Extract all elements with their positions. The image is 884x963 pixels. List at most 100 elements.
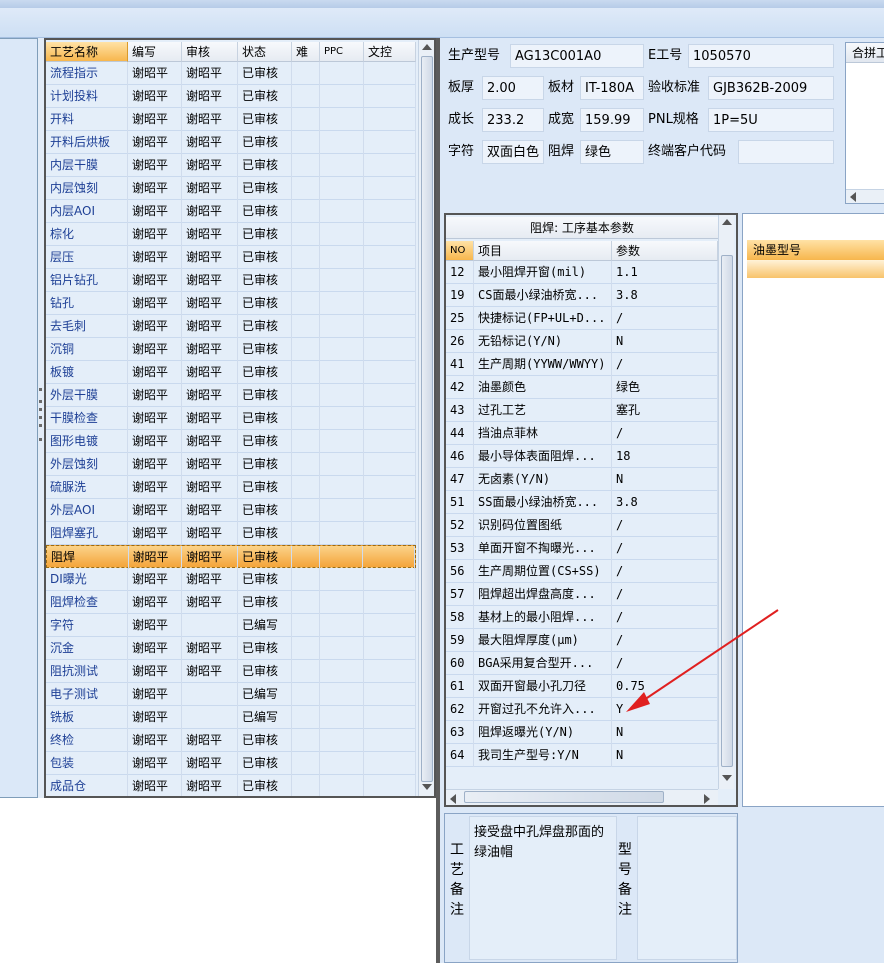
params-scrollbar[interactable]: [718, 215, 734, 789]
table-row[interactable]: 64 我司生产型号:Y/N N: [446, 744, 718, 767]
table-row[interactable]: 12 最小阻焊开窗(mil) 1.1: [446, 261, 718, 284]
table-row[interactable]: 外层AOI 谢昭平 谢昭平 已审核: [46, 499, 416, 522]
table-row[interactable]: 53 单面开窗不掏曝光... /: [446, 537, 718, 560]
model-field[interactable]: AG13C001A0: [510, 44, 644, 68]
table-row[interactable]: 阻焊检查 谢昭平 谢昭平 已审核: [46, 591, 416, 614]
table-row[interactable]: 开料 谢昭平 谢昭平 已审核: [46, 108, 416, 131]
table-row[interactable]: 沉金 谢昭平 谢昭平 已审核: [46, 637, 416, 660]
table-row[interactable]: 硫脲洗 谢昭平 谢昭平 已审核: [46, 476, 416, 499]
thickness-label: 板厚: [448, 80, 475, 95]
table-row[interactable]: 干膜检查 谢昭平 谢昭平 已审核: [46, 407, 416, 430]
table-row[interactable]: 26 无铅标记(Y/N) N: [446, 330, 718, 353]
table-row[interactable]: 成品仓 谢昭平 谢昭平 已审核: [46, 775, 416, 796]
table-row[interactable]: 钻孔 谢昭平 谢昭平 已审核: [46, 292, 416, 315]
table-row[interactable]: 字符 谢昭平 已编写: [46, 614, 416, 637]
table-row[interactable]: 60 BGA采用复合型开... /: [446, 652, 718, 675]
table-row[interactable]: 开料后烘板 谢昭平 谢昭平 已审核: [46, 131, 416, 154]
table-row[interactable]: 终检 谢昭平 谢昭平 已审核: [46, 729, 416, 752]
table-row[interactable]: 内层干膜 谢昭平 谢昭平 已审核: [46, 154, 416, 177]
param-value-cell: 3.8: [612, 491, 718, 514]
table-row[interactable]: 25 快捷标记(FP+UL+D... /: [446, 307, 718, 330]
table-row[interactable]: 计划投料 谢昭平 谢昭平 已审核: [46, 85, 416, 108]
standard-field[interactable]: GJB362B-2009: [708, 76, 834, 100]
pnl-field[interactable]: 1P=5U: [708, 108, 834, 132]
col-header-author[interactable]: 编写: [128, 42, 182, 62]
table-row[interactable]: 51 SS面最小绿油桥宽... 3.8: [446, 491, 718, 514]
table-row[interactable]: 阻抗测试 谢昭平 谢昭平 已审核: [46, 660, 416, 683]
table-row[interactable]: 47 无卤素(Y/N) N: [446, 468, 718, 491]
model-remark-field[interactable]: [637, 816, 737, 960]
scroll-thumb[interactable]: [421, 56, 433, 782]
scroll-thumb[interactable]: [464, 791, 664, 803]
table-row[interactable]: 42 油墨颜色 绿色: [446, 376, 718, 399]
table-row[interactable]: 58 基材上的最小阻焊... /: [446, 606, 718, 629]
ink-panel-header[interactable]: 油墨型号: [747, 240, 884, 260]
length-field[interactable]: 233.2: [482, 108, 544, 132]
col-header-difficulty[interactable]: 难: [292, 42, 320, 62]
eno-field[interactable]: 1050570: [688, 44, 834, 68]
table-row[interactable]: 59 最大阻焊厚度(μm) /: [446, 629, 718, 652]
process-table-scrollbar[interactable]: [418, 40, 434, 796]
table-row[interactable]: 包装 谢昭平 谢昭平 已审核: [46, 752, 416, 775]
table-row[interactable]: 外层蚀刻 谢昭平 谢昭平 已审核: [46, 453, 416, 476]
ink-panel-selected-row[interactable]: [747, 260, 884, 278]
scroll-down-icon[interactable]: [422, 784, 432, 790]
table-row[interactable]: 电子测试 谢昭平 已编写: [46, 683, 416, 706]
table-row[interactable]: 棕化 谢昭平 谢昭平 已审核: [46, 223, 416, 246]
width-field[interactable]: 159.99: [580, 108, 644, 132]
table-row[interactable]: 41 生产周期(YYWW/WWYY) /: [446, 353, 718, 376]
table-row[interactable]: 内层蚀刻 谢昭平 谢昭平 已审核: [46, 177, 416, 200]
table-row[interactable]: 铣板 谢昭平 已编写: [46, 706, 416, 729]
table-row[interactable]: 图形电镀 谢昭平 谢昭平 已审核: [46, 430, 416, 453]
table-row[interactable]: 62 开窗过孔不允许入... Y: [446, 698, 718, 721]
table-row[interactable]: 沉铜 谢昭平 谢昭平 已审核: [46, 338, 416, 361]
difficulty-cell: [292, 108, 320, 131]
table-row[interactable]: 层压 谢昭平 谢昭平 已审核: [46, 246, 416, 269]
merge-panel-scrollbar[interactable]: [846, 189, 884, 203]
table-row[interactable]: 46 最小导体表面阻焊... 18: [446, 445, 718, 468]
scroll-thumb[interactable]: [721, 255, 733, 767]
table-row[interactable]: 44 挡油点菲林 /: [446, 422, 718, 445]
table-row[interactable]: 63 阻焊返曝光(Y/N) N: [446, 721, 718, 744]
table-row[interactable]: 阻焊 谢昭平 谢昭平 已审核: [46, 545, 416, 569]
process-remark-field[interactable]: 接受盘中孔焊盘那面的绿油帽: [469, 816, 617, 960]
customer-field[interactable]: [738, 140, 834, 164]
table-row[interactable]: 板镀 谢昭平 谢昭平 已审核: [46, 361, 416, 384]
table-row[interactable]: 流程指示 谢昭平 谢昭平 已审核: [46, 62, 416, 85]
status-cell: 已审核: [238, 384, 292, 407]
table-row[interactable]: DI曝光 谢昭平 谢昭平 已审核: [46, 568, 416, 591]
table-row[interactable]: 52 识别码位置图纸 /: [446, 514, 718, 537]
col-header-process-name[interactable]: 工艺名称: [46, 42, 128, 62]
scroll-right-icon[interactable]: [704, 794, 710, 804]
col-header-no[interactable]: NO: [446, 241, 474, 261]
table-row[interactable]: 内层AOI 谢昭平 谢昭平 已审核: [46, 200, 416, 223]
table-row[interactable]: 56 生产周期位置(CS+SS) /: [446, 560, 718, 583]
col-header-ppc[interactable]: PPC: [320, 42, 364, 62]
scroll-left-icon[interactable]: [450, 794, 456, 804]
col-header-doc-control[interactable]: 文控: [364, 42, 416, 62]
thickness-field[interactable]: 2.00: [482, 76, 544, 100]
scroll-up-icon[interactable]: [422, 44, 432, 50]
col-header-item[interactable]: 项目: [474, 241, 612, 261]
table-row[interactable]: 铝片钻孔 谢昭平 谢昭平 已审核: [46, 269, 416, 292]
table-row[interactable]: 61 双面开窗最小孔刀径 0.75: [446, 675, 718, 698]
author-cell: 谢昭平: [128, 591, 182, 614]
process-name-cell: 棕化: [46, 223, 128, 246]
table-row[interactable]: 去毛刺 谢昭平 谢昭平 已审核: [46, 315, 416, 338]
material-field[interactable]: IT-180A: [580, 76, 644, 100]
table-row[interactable]: 43 过孔工艺 塞孔: [446, 399, 718, 422]
col-header-reviewer[interactable]: 审核: [182, 42, 238, 62]
col-header-value[interactable]: 参数: [612, 241, 718, 261]
table-row[interactable]: 阻焊塞孔 谢昭平 谢昭平 已审核: [46, 522, 416, 545]
params-hscrollbar[interactable]: [446, 789, 718, 805]
table-row[interactable]: 19 CS面最小绿油桥宽... 3.8: [446, 284, 718, 307]
scroll-down-icon[interactable]: [722, 775, 732, 781]
doc-control-cell: [364, 85, 416, 108]
char-field[interactable]: 双面白色: [482, 140, 544, 164]
col-header-status[interactable]: 状态: [238, 42, 292, 62]
table-row[interactable]: 57 阻焊超出焊盘高度... /: [446, 583, 718, 606]
scroll-left-icon[interactable]: [850, 192, 856, 202]
table-row[interactable]: 外层干膜 谢昭平 谢昭平 已审核: [46, 384, 416, 407]
mask-field[interactable]: 绿色: [580, 140, 644, 164]
scroll-up-icon[interactable]: [722, 219, 732, 225]
